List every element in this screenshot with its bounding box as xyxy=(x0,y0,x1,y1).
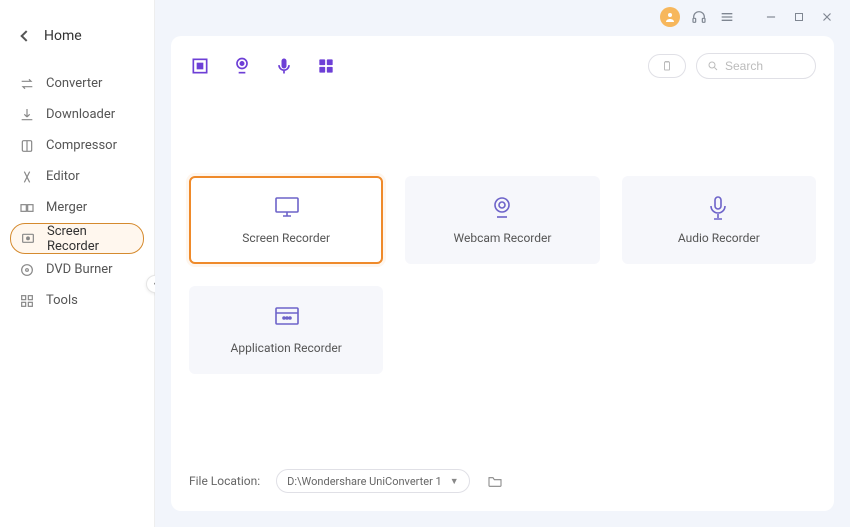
close-icon[interactable] xyxy=(818,8,836,26)
toolbar-right-controls xyxy=(648,53,816,79)
search-icon xyxy=(707,60,719,72)
open-folder-button[interactable] xyxy=(486,472,504,490)
card-label: Webcam Recorder xyxy=(454,231,552,245)
sidebar-header: Home xyxy=(0,10,154,64)
sidebar-item-label: Editor xyxy=(46,169,80,184)
back-icon[interactable] xyxy=(20,30,31,41)
footer-row: File Location: D:\Wondershare UniConvert… xyxy=(189,457,816,493)
maximize-icon[interactable] xyxy=(790,8,808,26)
menu-icon[interactable] xyxy=(718,8,736,26)
file-location-label: File Location: xyxy=(189,474,260,488)
sidebar-item-merger[interactable]: Merger xyxy=(10,192,144,223)
sidebar-item-dvd-burner[interactable]: DVD Burner xyxy=(10,254,144,285)
mic-icon xyxy=(706,195,732,217)
app-mode-icon[interactable] xyxy=(315,55,337,77)
sidebar-item-tools[interactable]: Tools xyxy=(10,285,144,316)
audio-mode-icon[interactable] xyxy=(273,55,295,77)
sidebar-item-label: Tools xyxy=(46,293,78,308)
sidebar-item-label: DVD Burner xyxy=(46,262,113,277)
downloader-icon xyxy=(18,106,36,124)
clipboard-icon xyxy=(661,60,673,72)
merger-icon xyxy=(18,199,36,217)
sidebar-item-converter[interactable]: Converter xyxy=(10,68,144,99)
sidebar-item-label: Compressor xyxy=(46,138,117,153)
nav-list: Converter Downloader Compressor Editor xyxy=(0,64,154,320)
minimize-icon[interactable] xyxy=(762,8,780,26)
screen-recorder-card[interactable]: Screen Recorder xyxy=(189,176,383,264)
toolbar-row xyxy=(189,50,816,82)
sidebar-item-label: Converter xyxy=(46,76,102,91)
titlebar xyxy=(155,0,850,34)
sidebar-item-label: Merger xyxy=(46,200,87,215)
audio-recorder-card[interactable]: Audio Recorder xyxy=(622,176,816,264)
card-label: Audio Recorder xyxy=(678,231,760,245)
editor-icon xyxy=(18,168,36,186)
converter-icon xyxy=(18,75,36,93)
mode-icons xyxy=(189,55,337,77)
sidebar-item-label: Screen Recorder xyxy=(47,224,135,254)
screen-recorder-icon xyxy=(19,230,37,248)
home-label[interactable]: Home xyxy=(44,28,82,44)
sidebar-item-downloader[interactable]: Downloader xyxy=(10,99,144,130)
webcam-recorder-card[interactable]: Webcam Recorder xyxy=(405,176,599,264)
search-box[interactable] xyxy=(696,53,816,79)
application-recorder-card[interactable]: Application Recorder xyxy=(189,286,383,374)
clipboard-button[interactable] xyxy=(648,54,686,78)
chevron-down-icon: ▼ xyxy=(450,476,459,487)
recorder-cards-grid: Screen Recorder Webcam Recorder Audio Re… xyxy=(189,176,816,374)
sidebar-item-screen-recorder[interactable]: Screen Recorder xyxy=(10,223,144,254)
headset-icon[interactable] xyxy=(690,8,708,26)
window-icon xyxy=(273,305,299,327)
user-avatar-icon[interactable] xyxy=(660,7,680,27)
card-label: Application Recorder xyxy=(231,341,342,355)
webcam-mode-icon[interactable] xyxy=(231,55,253,77)
monitor-icon xyxy=(273,195,299,217)
webcam-icon xyxy=(489,195,515,217)
file-location-value: D:\Wondershare UniConverter 1 xyxy=(287,475,442,488)
compressor-icon xyxy=(18,137,36,155)
search-input[interactable] xyxy=(725,59,805,73)
sidebar-item-compressor[interactable]: Compressor xyxy=(10,130,144,161)
dvd-burner-icon xyxy=(18,261,36,279)
tools-icon xyxy=(18,292,36,310)
file-location-select[interactable]: D:\Wondershare UniConverter 1 ▼ xyxy=(276,469,469,493)
main-area: Screen Recorder Webcam Recorder Audio Re… xyxy=(155,0,850,527)
app-window: Home Converter Downloader Compressor xyxy=(0,0,850,527)
sidebar-item-label: Downloader xyxy=(46,107,115,122)
screen-mode-icon[interactable] xyxy=(189,55,211,77)
card-label: Screen Recorder xyxy=(242,231,330,245)
sidebar-item-editor[interactable]: Editor xyxy=(10,161,144,192)
content-card: Screen Recorder Webcam Recorder Audio Re… xyxy=(171,36,834,511)
sidebar: Home Converter Downloader Compressor xyxy=(0,0,155,527)
